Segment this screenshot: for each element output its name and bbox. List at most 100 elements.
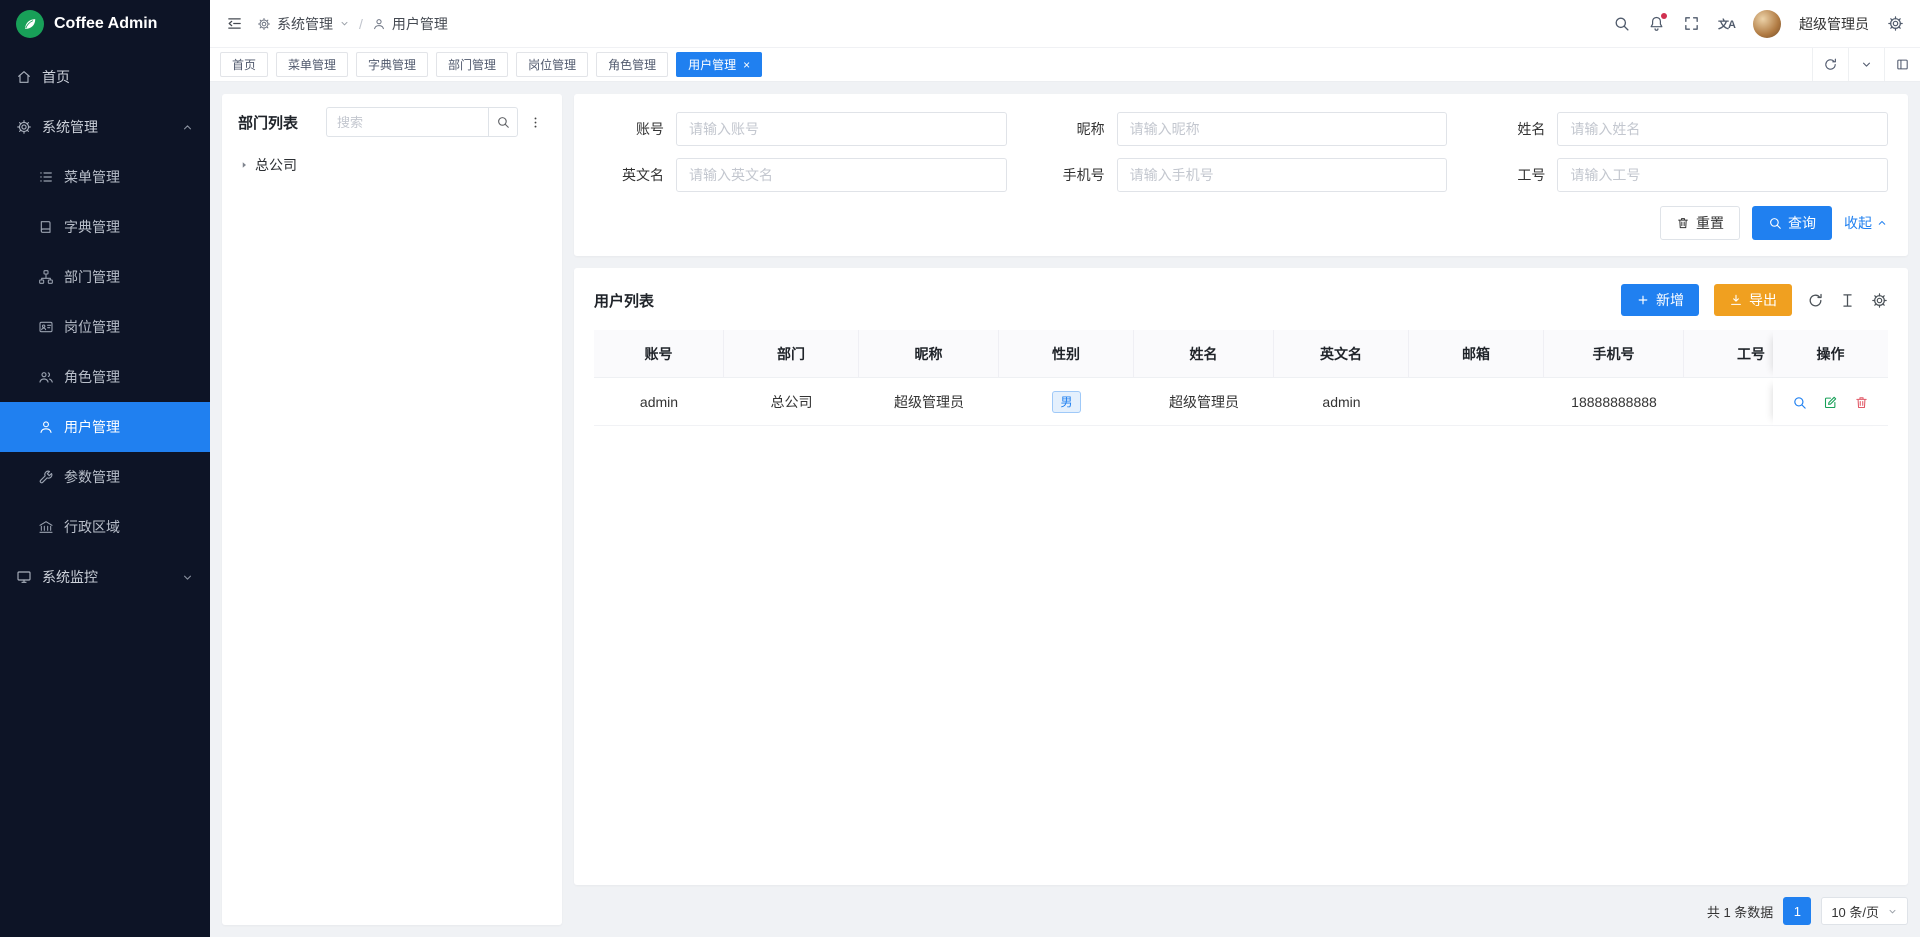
column-gender: 性别 [999,330,1134,378]
column-account: 账号 [594,330,724,378]
column-width-icon[interactable] [1839,292,1856,309]
english-name-input[interactable] [676,158,1007,192]
bank-icon [38,519,54,535]
person-icon [38,419,54,435]
sidebar-item-param-management[interactable]: 参数管理 [0,452,210,502]
edit-icon[interactable] [1823,395,1838,410]
chevron-down-icon [1887,906,1898,917]
field-account: 账号 [594,112,1007,146]
field-phone: 手机号 [1035,158,1448,192]
fullscreen-icon[interactable] [1683,15,1700,32]
chevron-up-icon [181,121,194,134]
department-search-button[interactable] [488,107,518,137]
refresh-icon[interactable] [1807,292,1824,309]
breadcrumb-user-management[interactable]: 用户管理 [372,14,448,34]
tab-dict-management[interactable]: 字典管理 [356,52,428,77]
sidebar-item-home[interactable]: 首页 [0,52,210,102]
wrench-icon [38,469,54,485]
avatar[interactable] [1753,10,1781,38]
topbar-actions: 文A 超级管理员 [1613,10,1904,38]
monitor-icon [16,569,32,585]
cell-name: 超级管理员 [1134,378,1274,426]
breadcrumb-system-management[interactable]: 系统管理 [257,14,350,34]
sidebar-group-system-monitor[interactable]: 系统监控 [0,552,210,602]
sidebar-item-admin-region[interactable]: 行政区域 [0,502,210,552]
table-settings-gear-icon[interactable] [1871,292,1888,309]
cell-operations [1773,378,1888,426]
close-icon[interactable]: × [743,59,750,71]
topbar: 系统管理 / 用户管理 文A 超级管理员 [210,0,1920,48]
tab-post-management[interactable]: 岗位管理 [516,52,588,77]
reset-button[interactable]: 重置 [1660,206,1740,240]
refresh-icon[interactable] [1812,48,1848,81]
column-operations: 操作 [1773,330,1888,378]
export-button[interactable]: 导出 [1714,284,1792,316]
collapse-link[interactable]: 收起 [1844,213,1888,233]
person-icon [372,17,386,31]
delete-icon[interactable] [1854,395,1869,410]
more-options-icon[interactable] [524,107,546,137]
sidebar: Coffee Admin 首页 系统管理 菜单管理 字典管理 部门 [0,0,210,937]
people-icon [38,369,54,385]
layout-icon[interactable] [1884,48,1920,81]
tab-role-management[interactable]: 角色管理 [596,52,668,77]
filter-actions: 重置 查询 收起 [594,206,1888,240]
sidebar-item-dept-management[interactable]: 部门管理 [0,252,210,302]
expand-arrow-icon[interactable] [238,159,250,171]
page-size-select[interactable]: 10 条/页 [1821,897,1908,925]
user-table: 账号 部门 昵称 性别 姓名 英文名 邮箱 手机号 工号 生日 [594,330,1888,426]
account-input[interactable] [676,112,1007,146]
sidebar-group-system-management[interactable]: 系统管理 [0,102,210,152]
column-department: 部门 [724,330,859,378]
id-badge-icon [38,319,54,335]
column-email: 邮箱 [1409,330,1544,378]
notification-bell-icon[interactable] [1648,15,1665,32]
sidebar-menu: 首页 系统管理 菜单管理 字典管理 部门管理 岗位管理 [0,48,210,937]
username[interactable]: 超级管理员 [1799,14,1869,34]
department-panel: 部门列表 总公司 [222,94,562,925]
logo[interactable]: Coffee Admin [0,0,210,48]
breadcrumb: 系统管理 / 用户管理 [257,14,448,34]
table-toolbar: 新增 导出 [1621,284,1888,316]
chevron-down-icon[interactable] [1848,48,1884,81]
home-icon [16,69,32,85]
settings-gear-icon[interactable] [1887,15,1904,32]
tab-menu-management[interactable]: 菜单管理 [276,52,348,77]
cell-department: 总公司 [724,378,859,426]
view-detail-icon[interactable] [1792,395,1807,410]
department-search-input[interactable] [326,107,488,137]
sidebar-item-user-management[interactable]: 用户管理 [0,402,210,452]
sidebar-item-post-management[interactable]: 岗位管理 [0,302,210,352]
tab-home[interactable]: 首页 [220,52,268,77]
tab-dept-management[interactable]: 部门管理 [436,52,508,77]
filter-card: 账号 昵称 姓名 英文名 [574,94,1908,256]
cell-email [1409,378,1544,426]
sidebar-item-role-management[interactable]: 角色管理 [0,352,210,402]
sidebar-item-dict-management[interactable]: 字典管理 [0,202,210,252]
page-button[interactable]: 1 [1783,897,1811,925]
translate-icon[interactable]: 文A [1718,16,1735,32]
chevron-up-icon [1876,217,1888,229]
department-search-group [326,107,518,137]
user-list-header: 用户列表 新增 导出 [594,284,1888,316]
nickname-input[interactable] [1117,112,1448,146]
work-no-input[interactable] [1557,158,1888,192]
tab-user-management[interactable]: 用户管理 × [676,52,762,77]
search-icon[interactable] [1613,15,1630,32]
field-nickname: 昵称 [1035,112,1448,146]
sidebar-item-menu-management[interactable]: 菜单管理 [0,152,210,202]
cell-english-name: admin [1274,378,1409,426]
collapse-sidebar-icon[interactable] [226,15,243,32]
department-panel-header: 部门列表 [238,107,546,137]
cell-phone: 18888888888 [1544,378,1684,426]
name-input[interactable] [1557,112,1888,146]
chevron-down-icon [181,571,194,584]
cell-gender: 男 [999,378,1134,426]
query-button[interactable]: 查询 [1752,206,1832,240]
column-name: 姓名 [1134,330,1274,378]
tree-node-head-office[interactable]: 总公司 [238,152,546,178]
table-scroll-area[interactable]: 账号 部门 昵称 性别 姓名 英文名 邮箱 手机号 工号 生日 [594,330,1888,875]
phone-input[interactable] [1117,158,1448,192]
gender-tag: 男 [1052,391,1080,413]
add-button[interactable]: 新增 [1621,284,1699,316]
